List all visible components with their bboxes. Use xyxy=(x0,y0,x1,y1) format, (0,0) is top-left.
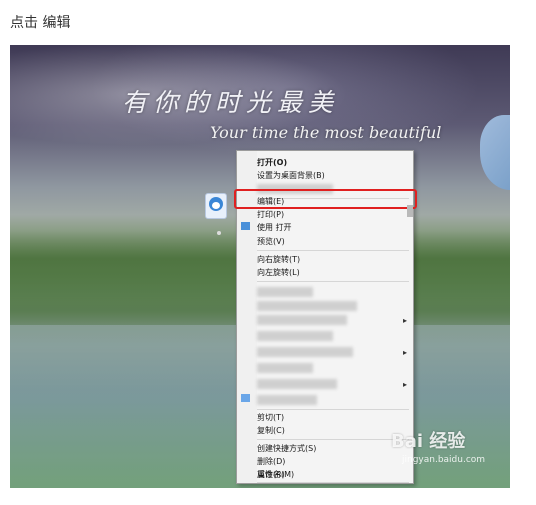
desktop-screenshot: 有你的时光最美 Your time the most beautiful 打开(… xyxy=(10,45,510,488)
submenu-arrow-icon: ▸ xyxy=(403,316,408,325)
blurred-menu-item xyxy=(257,331,333,341)
blurred-menu-item xyxy=(257,347,353,357)
menu-item-print[interactable]: 打印(P) xyxy=(257,208,284,221)
blurred-menu-item xyxy=(257,315,347,325)
menu-item-delete[interactable]: 删除(D) xyxy=(257,455,285,468)
wallpaper-subtitle: Your time the most beautiful xyxy=(210,123,442,142)
menu-item-create-shortcut[interactable]: 创建快捷方式(S) xyxy=(257,442,316,455)
blurred-menu-item xyxy=(257,395,317,405)
menu-item-preview[interactable]: 预览(V) xyxy=(257,235,285,248)
submenu-arrow-icon: ▸ xyxy=(403,348,408,357)
submenu-arrow-icon: ▸ xyxy=(403,380,408,389)
menu-item-open-with[interactable]: 使用 打开 xyxy=(257,221,292,234)
doraemon-file-icon[interactable] xyxy=(205,193,227,219)
file-name-label xyxy=(217,231,221,235)
caption-text: 点击 编辑 xyxy=(10,15,71,31)
menu-item-open[interactable]: 打开(O) xyxy=(257,156,287,169)
menu-separator xyxy=(257,439,409,440)
menu-item-cut[interactable]: 剪切(T) xyxy=(257,411,284,424)
menu-item-rotate-left[interactable]: 向左旋转(L) xyxy=(257,266,300,279)
menu-item-properties[interactable]: 属性(R) xyxy=(257,468,285,481)
edit-highlight-box xyxy=(234,189,417,209)
blurred-menu-item xyxy=(257,363,313,373)
menu-scroll-hint xyxy=(407,205,413,217)
menu-item-rotate-right[interactable]: 向右旋转(T) xyxy=(257,253,300,266)
menu-item-set-background[interactable]: 设置为桌面背景(B) xyxy=(257,169,325,182)
menu-separator xyxy=(257,482,409,483)
app-icon xyxy=(241,222,250,230)
baidu-watermark-url: jingyan.baidu.com xyxy=(402,455,486,465)
menu-separator xyxy=(257,250,409,251)
wallpaper-poem: 有你的时光最美 xyxy=(122,88,340,117)
blurred-menu-item xyxy=(257,301,357,311)
baidu-watermark: Bai 经验 xyxy=(391,431,466,452)
blurred-menu-item xyxy=(257,379,337,389)
menu-separator xyxy=(257,281,409,282)
app-icon xyxy=(241,394,250,402)
menu-item-copy[interactable]: 复制(C) xyxy=(257,424,285,437)
menu-separator xyxy=(257,409,409,410)
blurred-menu-item xyxy=(257,287,313,297)
